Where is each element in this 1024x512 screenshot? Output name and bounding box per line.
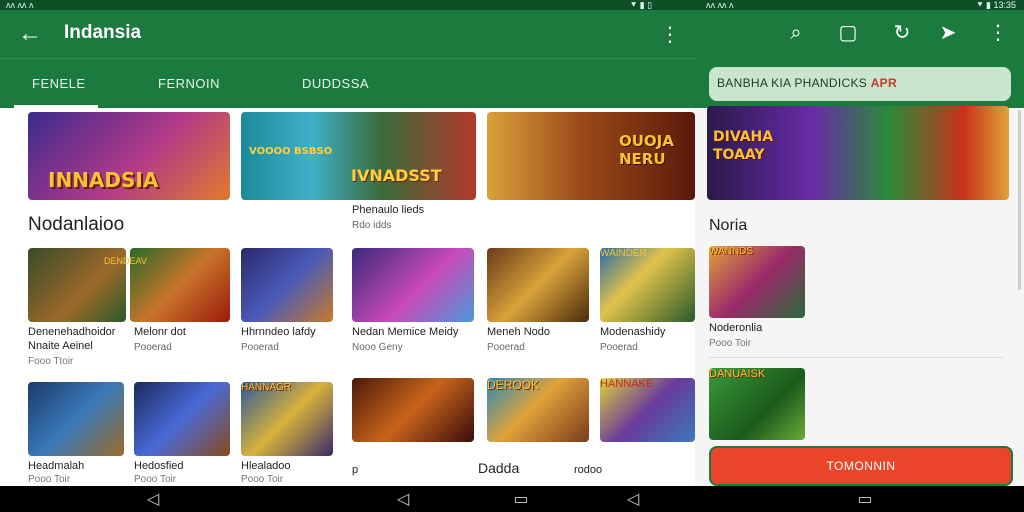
game-title: p <box>352 464 359 476</box>
back-nav-icon[interactable]: ◁ <box>138 489 168 509</box>
game-thumb[interactable]: HANNAGR <box>241 382 333 456</box>
banner-2-title: IVNADSST <box>351 166 442 185</box>
thumb-badge: DANUAISK <box>709 368 766 380</box>
game-thumb[interactable] <box>487 248 589 322</box>
back-nav-icon[interactable]: ◁ <box>618 489 648 509</box>
right-app-bar: ⌕ ▢ ↻ ➤ ⋮ <box>695 10 1024 58</box>
more-icon[interactable]: ⋮ <box>985 20 1011 46</box>
square-icon[interactable]: ▢ <box>835 20 861 46</box>
thumb-badge: WAINDER <box>600 248 647 259</box>
scrollbar[interactable] <box>1018 110 1021 290</box>
thumb-badge: WANNDS <box>709 246 754 257</box>
status-mid: ᴧᴧ ᴧᴧ ᴧ <box>706 0 734 10</box>
game-title: Modenashidy <box>600 326 666 338</box>
thumb-badge: HANNAGR <box>241 382 292 393</box>
game-title: Meneh Nodo <box>487 326 550 338</box>
back-nav-icon[interactable]: ◁ <box>388 489 418 509</box>
tab-fernoin[interactable]: FERNOIN <box>158 76 220 91</box>
right-banner-title: DIVAHA TOAAY <box>713 129 774 163</box>
game-title: Headmalah <box>28 460 85 472</box>
game-title: Denenehadhoidor <box>28 326 116 338</box>
search-bar[interactable]: BANBHA KIA PHANDICKS APR <box>709 67 1011 101</box>
status-left: ᴧᴧ ᴧᴧ ᴧ <box>6 0 34 10</box>
game-thumb[interactable]: WANNDS <box>709 246 805 318</box>
status-bar: ᴧᴧ ᴧᴧ ᴧ ⯆ ▮ ▯ ᴧᴧ ᴧᴧ ᴧ ⯆ ▮ 13:35 <box>0 0 1024 10</box>
banner-2-sub: VOOOO BSBSO <box>249 146 333 157</box>
game-subtitle: Pooerad <box>600 342 638 353</box>
status-icons-left: ⯆ ▮ ▯ <box>630 0 653 10</box>
thumb-badge: DEROOK <box>487 378 540 392</box>
tab-bar: FENELE FERNOIN DUDDSSA <box>0 58 695 108</box>
content-area: INNADSIA VOOOO BSBSO IVNADSST Phenaulo l… <box>0 108 695 486</box>
game-thumb[interactable] <box>352 378 474 442</box>
primary-action-button[interactable]: TOMONNIN <box>709 446 1013 486</box>
game-thumb[interactable]: WAINDER <box>600 248 695 322</box>
game-subtitle: Pooerad <box>134 342 172 353</box>
game-title: Hhrnndeo lafdy <box>241 326 316 338</box>
game-thumb[interactable] <box>134 382 230 456</box>
banner-3[interactable]: OUOJA NERU <box>487 112 695 200</box>
search-icon[interactable]: ⌕ <box>783 20 809 46</box>
game-thumb[interactable] <box>241 248 333 322</box>
game-meta: Pooo Toir <box>241 474 284 485</box>
divider <box>709 357 1003 358</box>
tab-duddssa[interactable]: DUDDSSA <box>302 76 369 91</box>
game-thumb[interactable] <box>352 248 474 322</box>
status-right: ⯆ ▮ 13:35 <box>976 0 1016 10</box>
banner-2[interactable]: VOOOO BSBSO IVNADSST <box>241 112 476 200</box>
share-icon[interactable]: ➤ <box>935 20 961 46</box>
search-tag: APR <box>870 76 897 90</box>
game-title: Dadda <box>478 460 520 476</box>
game-title: Melonr dot <box>134 326 186 338</box>
arrow-back-icon[interactable]: ← <box>16 20 44 48</box>
game-title: Hlealadoo <box>241 460 291 472</box>
banner-1[interactable]: INNADSIA <box>28 112 230 200</box>
game-thumb[interactable]: DEROOK <box>487 378 589 442</box>
left-panel: ← Indansia ⋮ FENELE FERNOIN DUDDSSA INNA… <box>0 10 695 486</box>
banner-2-caption2: Rdo idds <box>352 220 392 231</box>
game-subtitle: Nooo Geny <box>352 342 403 353</box>
refresh-icon[interactable]: ↻ <box>889 20 915 46</box>
game-subtitle: Pooerad <box>487 342 525 353</box>
recents-nav-icon[interactable]: ▭ <box>506 489 536 509</box>
system-nav-bar: ◁ ◁ ▭ ◁ ▭ <box>0 486 1024 512</box>
section-title: Nodanlaioo <box>28 214 125 235</box>
game-title: Nedan Memice Meidy <box>352 326 459 338</box>
search-text: BANBHA KIA PHANDICKS APR <box>717 76 897 90</box>
game-meta: Pooo Toir <box>709 338 752 349</box>
page-title: Indansia <box>64 22 142 43</box>
game-title: Hedosfied <box>134 460 184 472</box>
tab-fenele[interactable]: FENELE <box>32 76 86 91</box>
recents-nav-icon[interactable]: ▭ <box>850 489 880 509</box>
right-banner[interactable]: DIVAHA TOAAY <box>707 106 1009 200</box>
game-meta: Fooo Ttoir <box>28 356 74 367</box>
banner-1-title: INNADSIA <box>48 168 159 192</box>
thumb-badge: HANNAKE <box>600 378 654 390</box>
game-subtitle: Nnaite Aeinel <box>28 340 93 352</box>
game-title: rodoo <box>574 464 603 476</box>
more-icon[interactable]: ⋮ <box>660 22 680 47</box>
right-section-title: Noria <box>709 217 748 234</box>
game-title: Noderonlia <box>709 322 763 334</box>
thumb-badge: DENDEAV <box>104 256 147 266</box>
game-thumb[interactable] <box>28 382 124 456</box>
right-panel: ⌕ ▢ ↻ ➤ ⋮ BANBHA KIA PHANDICKS APR DIVAH… <box>695 10 1024 486</box>
banner-3-title: OUOJA NERU <box>619 132 674 168</box>
game-thumb[interactable]: DANUAISK <box>709 368 805 440</box>
game-subtitle: Pooerad <box>241 342 279 353</box>
game-thumb[interactable]: HANNAKE <box>600 378 695 442</box>
screen: ᴧᴧ ᴧᴧ ᴧ ⯆ ▮ ▯ ᴧᴧ ᴧᴧ ᴧ ⯆ ▮ 13:35 ← Indans… <box>0 0 1024 512</box>
game-meta: Pooo Toir <box>134 474 177 485</box>
banner-2-caption: Phenaulo lieds <box>352 204 425 216</box>
game-meta: Pooo Toir <box>28 474 71 485</box>
app-bar: ← Indansia ⋮ <box>0 10 695 58</box>
